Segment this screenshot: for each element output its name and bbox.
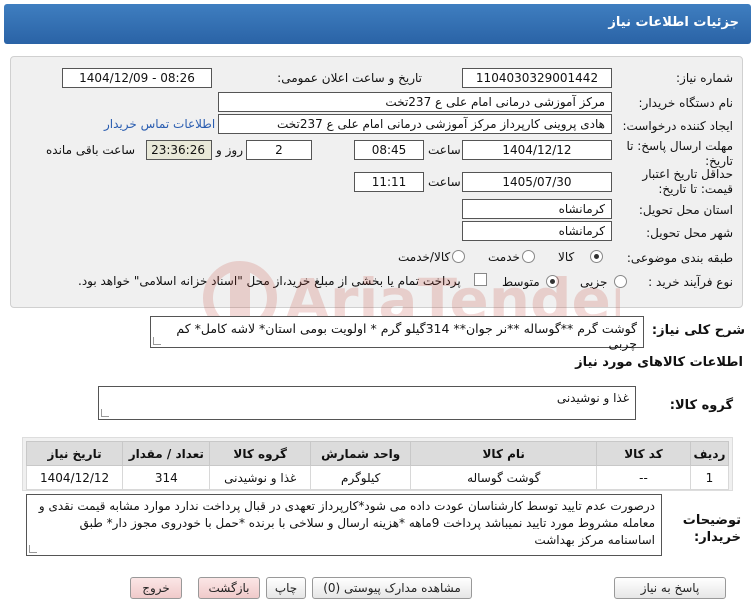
notes-box: درصورت عدم تایید توسط کارشناسان عودت داد… (26, 494, 662, 556)
city-label: شهر محل تحویل: (646, 226, 733, 240)
deadline-label: مهلت ارسال پاسخ: تا تاریخ: (626, 139, 733, 168)
buyer-contact-link[interactable]: اطلاعات تماس خریدار (104, 117, 215, 131)
page-title: جزئیات اطلاعات نیاز (608, 15, 739, 30)
category-label: طبقه بندی موضوعی: (626, 251, 733, 265)
cell-unit: کیلوگرم (309, 465, 412, 490)
cell-date: 1404/12/12 (25, 465, 124, 490)
table-row: 1 -- گوشت گوساله کیلوگرم غذا و نوشیدنی 3… (25, 465, 730, 490)
cell-row: 1 (689, 465, 730, 490)
province-field: کرمانشاه (462, 199, 612, 219)
goods-section-title: اطلاعات کالاهای مورد نیاز (575, 355, 743, 370)
resize-handle-icon[interactable] (29, 545, 37, 553)
announce-field: 1404/12/09 - 08:26 (62, 68, 212, 88)
description-text: گوشت گرم **گوساله **نر جوان** 314گیلو گر… (176, 321, 637, 351)
creator-field: هادی پروینی کارپرداز مرکز آموزشی درمانی … (218, 114, 612, 134)
notes-label: توضیحات خریدار: (682, 513, 741, 545)
city-field: کرمانشاه (462, 221, 612, 241)
goods-group-value: غذا و نوشیدنی (556, 391, 629, 405)
process-radio-medium[interactable] (546, 275, 559, 288)
deadline-time-field: 08:45 (354, 140, 424, 160)
category-option-both: کالا/خدمت (398, 250, 451, 264)
col-name-header: نام کالا (410, 441, 598, 466)
buyer-label: نام دستگاه خریدار: (638, 96, 734, 110)
process-label: نوع فرآیند خرید : (648, 275, 733, 289)
announce-label: تاریخ و ساعت اعلان عمومی: (277, 71, 422, 85)
treasury-note: پرداخت تمام یا بخشی از مبلغ خرید،از محل … (78, 274, 461, 288)
col-qty-header: تعداد / مقدار (122, 441, 211, 466)
category-radio-both[interactable] (452, 250, 465, 263)
cell-qty: 314 (122, 465, 211, 490)
resize-handle-icon[interactable] (153, 337, 161, 345)
col-date-header: تاریخ نیاز (25, 441, 124, 466)
goods-table: ردیف کد کالا نام کالا واحد شمارش گروه کا… (25, 441, 730, 490)
process-option-minor: جزیی (580, 275, 608, 289)
description-label: شرح کلی نیاز: (651, 323, 745, 338)
validity-date-field: 1405/07/30 (462, 172, 612, 192)
category-option-goods: کالا (558, 250, 575, 264)
goods-table-header: ردیف کد کالا نام کالا واحد شمارش گروه کا… (25, 441, 730, 466)
creator-label: ایجاد کننده درخواست: (622, 119, 733, 133)
deadline-time-label: ساعت (428, 143, 461, 157)
notes-text: درصورت عدم تایید توسط کارشناسان عودت داد… (38, 499, 655, 547)
col-row-header: ردیف (689, 441, 730, 466)
validity-label: حداقل تاریخ اعتبار قیمت: تا تاریخ: (642, 167, 733, 196)
goods-group-label: گروه کالا: (669, 398, 733, 413)
cell-group: غذا و نوشیدنی (209, 465, 311, 490)
description-box: گوشت گرم **گوساله **نر جوان** 314گیلو گر… (150, 316, 644, 351)
goods-group-box: غذا و نوشیدنی (98, 386, 636, 420)
col-code-header: کد کالا (596, 441, 691, 466)
resize-handle-icon[interactable] (101, 409, 109, 417)
col-group-header: گروه کالا (209, 441, 311, 466)
province-label: استان محل تحویل: (638, 203, 733, 217)
page-header: جزئیات اطلاعات نیاز (4, 4, 751, 44)
category-radio-goods[interactable] (590, 250, 603, 263)
need-number-field: 1104030329001442 (462, 68, 612, 88)
col-unit-header: واحد شمارش (309, 441, 412, 466)
validity-time-field: 11:11 (354, 172, 424, 192)
process-option-medium: متوسط (502, 275, 540, 289)
treasury-checkbox[interactable] (474, 273, 487, 286)
category-radio-service[interactable] (522, 250, 535, 263)
days-field: 2 (246, 140, 312, 160)
cell-name: گوشت گوساله (410, 465, 598, 490)
remaining-label: ساعت باقی مانده (46, 143, 136, 157)
reply-button[interactable]: پاسخ به نیاز (614, 577, 726, 599)
buyer-field: مرکز آموزشی درمانی امام علی ع 237تخت (218, 92, 612, 112)
cell-code: -- (596, 465, 691, 490)
category-option-service: خدمت (488, 250, 520, 264)
validity-time-label: ساعت (428, 175, 461, 189)
back-button[interactable]: بازگشت (198, 577, 260, 599)
view-attachments-button[interactable]: مشاهده مدارک پیوستی (0) (312, 577, 472, 599)
exit-button[interactable]: خروج (130, 577, 182, 599)
process-radio-minor[interactable] (614, 275, 627, 288)
print-button[interactable]: چاپ (266, 577, 306, 599)
need-number-label: شماره نیاز: (676, 71, 733, 85)
deadline-date-field: 1404/12/12 (462, 140, 612, 160)
remaining-time-field: 23:36:26 (146, 140, 212, 160)
days-label: روز و (216, 143, 243, 157)
